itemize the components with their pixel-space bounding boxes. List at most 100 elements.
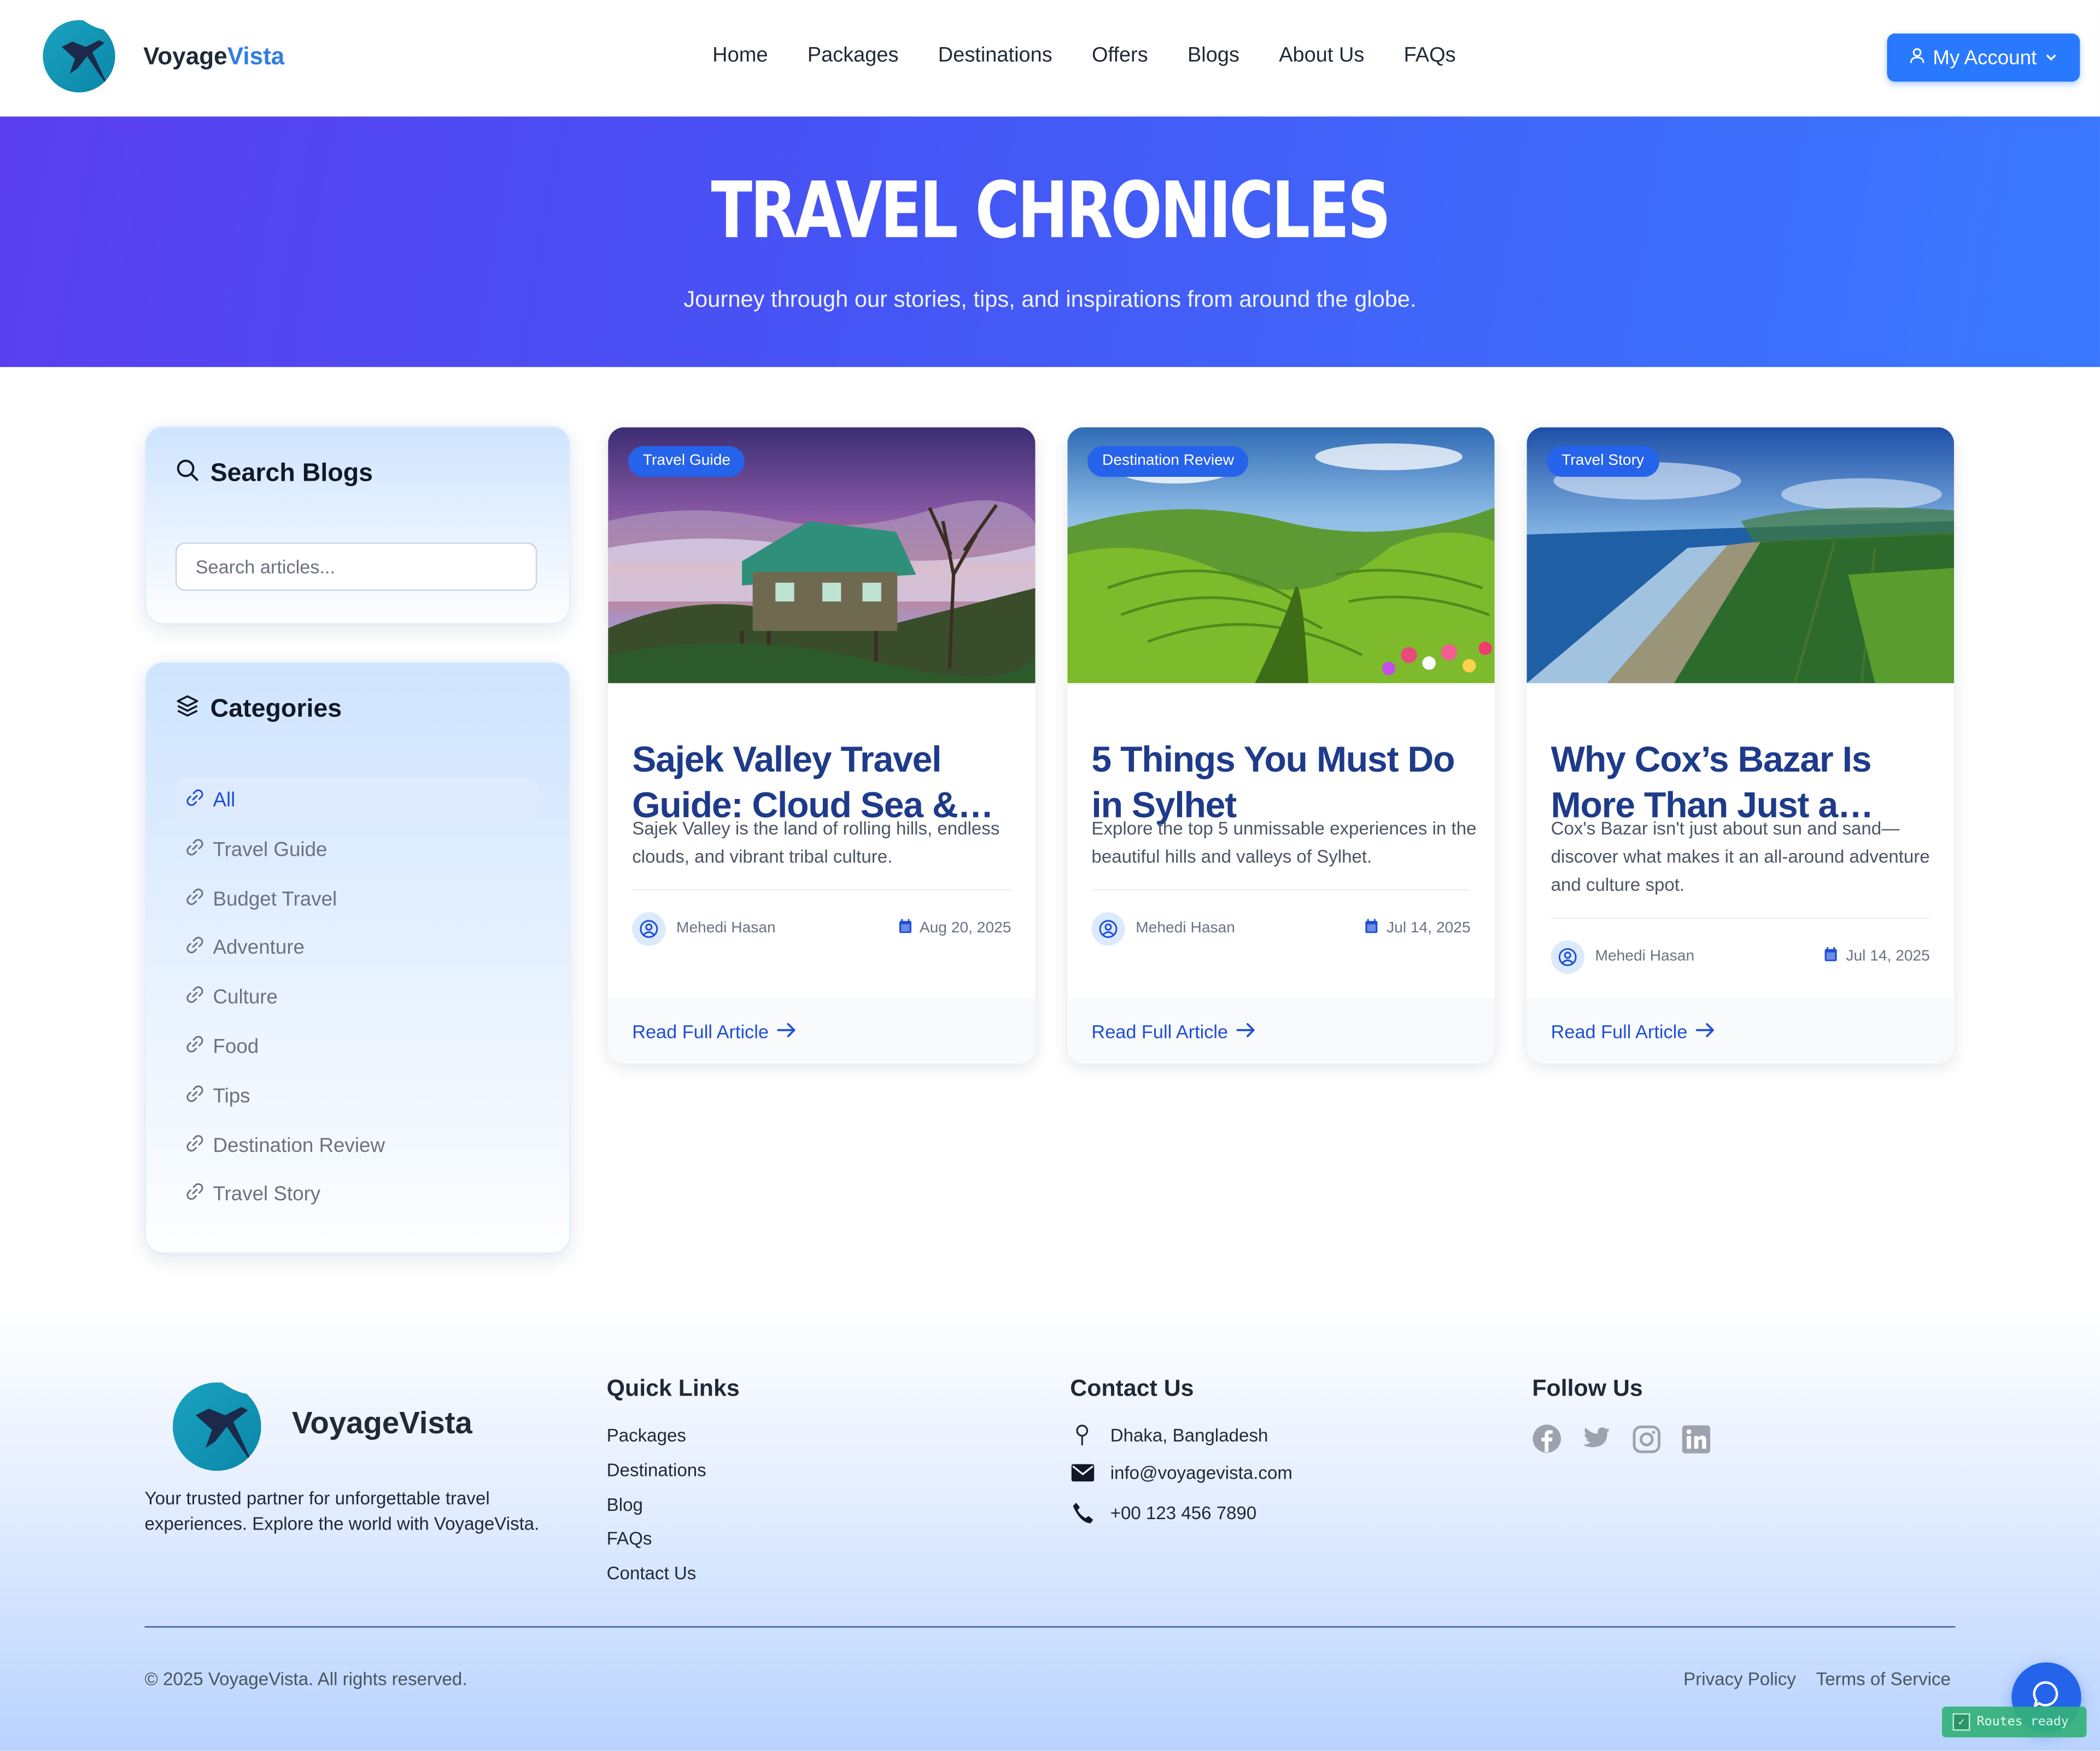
nav-packages[interactable]: Packages — [808, 44, 899, 68]
nav-about-us[interactable]: About Us — [1279, 44, 1364, 68]
post-badge: Travel Guide — [628, 446, 745, 477]
post-badge: Travel Story — [1547, 446, 1659, 477]
link-icon — [185, 886, 205, 912]
category-travel-guide[interactable]: Travel Guide — [176, 827, 537, 872]
quick-links-list: Packages Destinations Blog FAQs Contact … — [607, 1425, 706, 1598]
nav-faqs[interactable]: FAQs — [1404, 44, 1456, 68]
footer-divider — [144, 1626, 1956, 1628]
post-excerpt: Cox's Bazar isn't just about sun and san… — [1551, 818, 1930, 895]
chevron-down-icon — [2044, 46, 2058, 69]
footer-logo-plane-icon[interactable] — [172, 1382, 261, 1471]
footer-link-contact-us[interactable]: Contact Us — [607, 1563, 706, 1598]
nav-offers[interactable]: Offers — [1092, 44, 1148, 68]
post-meta: Mehedi Hasan Jul 14, 2025 — [1551, 939, 1930, 974]
footer-brand[interactable]: VoyageVista — [292, 1405, 472, 1441]
category-label: Budget Travel — [213, 888, 337, 910]
post-footer: Read Full Article — [1067, 997, 1495, 1064]
category-all[interactable]: All — [175, 778, 537, 823]
categories-card: Categories All Travel Guide Budget Trave… — [144, 662, 571, 1254]
user-circle-icon — [1091, 911, 1125, 945]
blog-image-sylhet[interactable]: Destination Review — [1067, 427, 1495, 684]
link-icon — [185, 1133, 205, 1158]
footer-link-blog[interactable]: Blog — [607, 1495, 706, 1529]
post-date: Aug 20, 2025 — [898, 919, 1011, 937]
blog-card-coxs-bazar: Travel Story Why Cox’s Bazar Is More Tha… — [1526, 427, 1954, 1064]
link-icon — [185, 1182, 205, 1207]
follow-us-title: Follow Us — [1532, 1374, 1643, 1402]
link-icon — [185, 1083, 205, 1109]
read-link-label: Read Full Article — [632, 1020, 769, 1042]
category-label: Food — [213, 1035, 259, 1059]
main-nav: Home Packages Destinations Offers Blogs … — [712, 44, 1495, 68]
blog-card-sylhet: Destination Review 5 Things You Must Do … — [1067, 427, 1495, 1064]
brand-name[interactable]: VoyageVista — [143, 43, 284, 71]
category-budget-travel[interactable]: Budget Travel — [176, 877, 537, 921]
contact-title: Contact Us — [1070, 1374, 1194, 1402]
post-date: Jul 14, 2025 — [1824, 947, 1930, 966]
post-author-name: Mehedi Hasan — [1136, 920, 1235, 937]
category-label: Tips — [213, 1084, 250, 1108]
link-icon — [185, 985, 205, 1011]
category-destination-review[interactable]: Destination Review — [176, 1123, 537, 1168]
post-author-name: Mehedi Hasan — [1595, 948, 1695, 965]
mail-icon — [1070, 1464, 1094, 1482]
footer-link-destinations[interactable]: Destinations — [607, 1460, 706, 1495]
post-author: Mehedi Hasan — [1091, 911, 1235, 945]
blog-image-sajek[interactable]: Travel Guide — [608, 427, 1036, 684]
twitter-icon[interactable] — [1582, 1424, 1611, 1454]
routes-ready-badge: ✓ Routes ready — [1941, 1706, 2087, 1738]
navbar: VoyageVista Home Packages Destinations O… — [0, 0, 2100, 117]
category-label: Destination Review — [213, 1134, 385, 1157]
post-author: Mehedi Hasan — [1551, 939, 1694, 973]
nav-destinations[interactable]: Destinations — [938, 44, 1052, 68]
search-title-text: Search Blogs — [210, 459, 373, 488]
instagram-icon[interactable] — [1631, 1424, 1661, 1454]
read-full-article-link[interactable]: Read Full Article — [1551, 1021, 1716, 1042]
nav-home[interactable]: Home — [712, 44, 768, 68]
footer-link-packages[interactable]: Packages — [607, 1425, 706, 1460]
post-divider — [632, 889, 1011, 891]
post-footer: Read Full Article — [608, 997, 1036, 1064]
post-date-text: Aug 20, 2025 — [919, 920, 1011, 937]
post-date-text: Jul 14, 2025 — [1846, 948, 1930, 965]
hero-banner: TRAVEL CHRONICLES Journey through our st… — [0, 116, 2100, 367]
privacy-policy-link[interactable]: Privacy Policy — [1683, 1669, 1796, 1689]
site-footer: VoyageVista Your trusted partner for unf… — [0, 1306, 2100, 1751]
arrow-right-icon — [1695, 1021, 1716, 1042]
category-culture[interactable]: Culture — [176, 976, 537, 1020]
layers-icon — [176, 694, 200, 726]
blog-card-sajek: Travel Guide Sajek Valley Travel Guide: … — [608, 427, 1036, 1064]
read-full-article-link[interactable]: Read Full Article — [632, 1021, 797, 1042]
post-date: Jul 14, 2025 — [1365, 919, 1471, 937]
read-link-label: Read Full Article — [1551, 1020, 1688, 1042]
routes-ready-text: Routes ready — [1976, 1714, 2069, 1730]
hero-subtitle: Journey through our stories, tips, and i… — [683, 287, 1417, 312]
brand-accent: Vista — [227, 43, 285, 70]
post-badge: Destination Review — [1087, 446, 1249, 477]
category-travel-story[interactable]: Travel Story — [176, 1172, 537, 1217]
category-list: All Travel Guide Budget Travel Adventure… — [175, 778, 537, 1222]
terms-of-service-link[interactable]: Terms of Service — [1816, 1669, 1951, 1689]
nav-blogs[interactable]: Blogs — [1188, 44, 1239, 68]
quick-links-title: Quick Links — [606, 1374, 740, 1402]
post-meta: Mehedi Hasan Aug 20, 2025 — [632, 911, 1011, 946]
search-input[interactable] — [175, 542, 537, 591]
contact-phone-text: +00 123 456 7890 — [1110, 1503, 1257, 1524]
category-food[interactable]: Food — [176, 1025, 537, 1069]
search-card: Search Blogs — [144, 425, 571, 624]
linkedin-icon[interactable] — [1681, 1424, 1710, 1454]
contact-email[interactable]: info@voyagevista.com — [1070, 1463, 1292, 1483]
contact-phone[interactable]: +00 123 456 7890 — [1070, 1502, 1256, 1525]
category-tips[interactable]: Tips — [176, 1074, 537, 1118]
category-adventure[interactable]: Adventure — [176, 926, 537, 971]
read-full-article-link[interactable]: Read Full Article — [1091, 1021, 1256, 1042]
blog-image-coxs-bazar[interactable]: Travel Story — [1526, 427, 1954, 684]
search-icon — [176, 458, 200, 491]
facebook-icon[interactable] — [1532, 1424, 1561, 1454]
footer-link-faqs[interactable]: FAQs — [607, 1529, 706, 1563]
calendar-icon — [898, 919, 911, 937]
logo-plane-icon[interactable] — [43, 20, 115, 93]
my-account-button[interactable]: My Account — [1887, 33, 2080, 82]
link-icon — [185, 936, 205, 961]
link-icon — [185, 837, 205, 863]
